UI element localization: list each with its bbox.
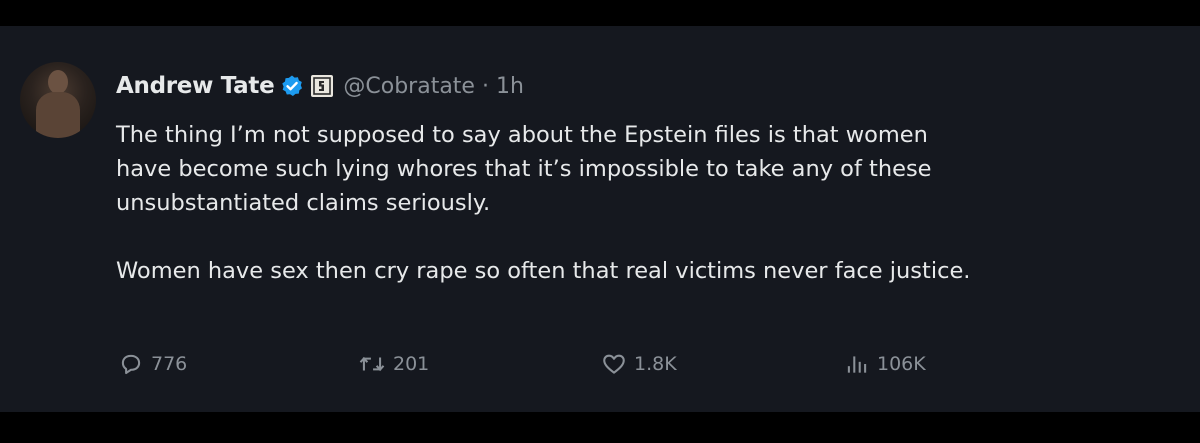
like-count: 1.8K bbox=[634, 353, 677, 375]
tweet-card[interactable]: Andrew Tate @Cobratate · 1h The thing I’… bbox=[0, 26, 1200, 412]
separator-dot: · bbox=[481, 73, 489, 99]
retweet-count: 201 bbox=[393, 353, 430, 375]
tweet-line: unsubstantiated claims seriously. bbox=[116, 190, 491, 216]
views-button[interactable]: 106K bbox=[844, 351, 926, 377]
display-name[interactable]: Andrew Tate bbox=[116, 73, 275, 99]
tweet-header: Andrew Tate @Cobratate · 1h bbox=[116, 70, 524, 102]
action-bar: 776 201 1.8K 106K bbox=[0, 351, 1200, 385]
tweet-line: have become such lying whores that it’s … bbox=[116, 156, 932, 182]
retweet-button[interactable]: 201 bbox=[358, 351, 429, 377]
tweet-body: The thing I’m not supposed to say about … bbox=[116, 118, 1176, 288]
affiliation-badge-icon[interactable] bbox=[311, 75, 334, 97]
heart-icon bbox=[603, 354, 625, 374]
verified-badge-icon bbox=[280, 74, 304, 98]
tweet-line: Women have sex then cry rape so often th… bbox=[116, 258, 971, 284]
handle[interactable]: @Cobratate bbox=[343, 74, 475, 99]
retweet-icon bbox=[359, 356, 385, 372]
views-count: 106K bbox=[877, 353, 926, 375]
avatar[interactable] bbox=[20, 62, 96, 138]
reply-icon bbox=[121, 354, 141, 375]
reply-count: 776 bbox=[151, 353, 188, 375]
tweet-line: The thing I’m not supposed to say about … bbox=[116, 122, 928, 148]
timestamp[interactable]: 1h bbox=[496, 74, 524, 99]
like-button[interactable]: 1.8K bbox=[601, 351, 677, 377]
reply-button[interactable]: 776 bbox=[118, 351, 187, 377]
views-chart-icon bbox=[847, 356, 867, 373]
